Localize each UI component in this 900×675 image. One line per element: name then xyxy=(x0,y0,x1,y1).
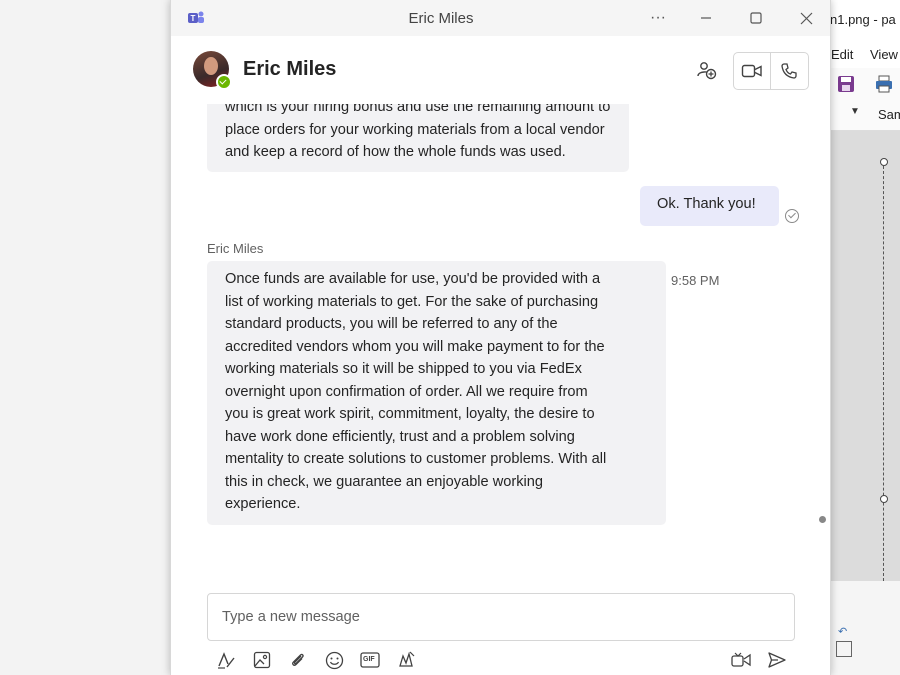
seen-check-icon xyxy=(785,209,799,223)
message-line: this in check, we guarantee an enjoyable… xyxy=(225,473,544,490)
bg-panel-box xyxy=(836,641,852,657)
bg-canvas-area xyxy=(831,131,900,581)
teams-chat-window: T Eric Miles ··· Eric Miles which is you… xyxy=(170,0,831,675)
audio-call-button[interactable] xyxy=(771,53,807,89)
bg-menu-edit[interactable]: Edit xyxy=(831,47,853,62)
message-line: have work done efficiently, trust and a … xyxy=(225,428,575,445)
format-button[interactable] xyxy=(215,649,237,671)
phone-icon xyxy=(781,63,797,79)
message-timestamp: 9:58 PM xyxy=(671,273,720,288)
message-line: standard products, you will be referred … xyxy=(225,316,558,332)
title-bar: T Eric Miles ··· xyxy=(171,0,830,36)
bg-menu-view[interactable]: View xyxy=(870,47,898,62)
compose-toolbar: GIF xyxy=(171,645,830,675)
format-icon xyxy=(218,652,235,669)
bg-resize-handle[interactable] xyxy=(880,158,888,166)
gif-label: GIF xyxy=(363,656,375,663)
bg-toolbar xyxy=(828,68,900,101)
message-text: Ok. Thank you! xyxy=(657,196,756,212)
loop-button[interactable] xyxy=(730,649,752,671)
message-line: which is your hiring bonus and use the r… xyxy=(225,104,611,115)
maximize-icon xyxy=(750,12,762,24)
maximize-button[interactable] xyxy=(738,6,774,30)
dropdown-arrow-icon[interactable]: ▼ xyxy=(850,106,860,117)
message-bubble-incoming[interactable]: which is your hiring bonus and use the r… xyxy=(207,104,629,172)
background-paint-window: n1.png - pa Edit View ▼ Sam ↶ xyxy=(828,0,900,675)
message-line: place orders for your working materials … xyxy=(225,121,605,138)
bg-menubar: Edit View xyxy=(828,40,900,68)
bg-resize-handle[interactable] xyxy=(880,495,888,503)
add-people-icon xyxy=(697,62,717,80)
message-line: and keep a record of how the whole funds… xyxy=(225,144,566,160)
save-icon[interactable] xyxy=(836,74,856,94)
attach-button[interactable] xyxy=(287,649,309,671)
message-line: experience. xyxy=(225,496,301,512)
contact-name[interactable]: Eric Miles xyxy=(243,58,336,81)
message-input[interactable]: Type a new message xyxy=(222,609,360,625)
sticker-button[interactable] xyxy=(395,649,417,671)
image-button[interactable] xyxy=(251,649,273,671)
close-icon xyxy=(800,12,812,24)
send-button[interactable] xyxy=(766,649,788,671)
message-bubble-outgoing[interactable]: Ok. Thank you! xyxy=(640,186,779,226)
more-options-button[interactable]: ··· xyxy=(640,6,676,30)
scroll-indicator[interactable] xyxy=(819,516,826,523)
bg-bottom-panel: ↶ xyxy=(828,581,900,675)
emoji-button[interactable] xyxy=(323,649,345,671)
message-line: mentality to create solutions to custome… xyxy=(225,451,607,467)
sticker-icon xyxy=(399,651,415,667)
call-button-group xyxy=(733,52,809,90)
message-line: list of working materials to get. For th… xyxy=(225,293,599,310)
bg-format-bar: ▼ Sam xyxy=(828,100,900,131)
message-line: you is great work spirit, commitment, lo… xyxy=(225,406,595,422)
message-line: overnight upon confirmation of order. Al… xyxy=(225,383,588,400)
bg-titlebar: n1.png - pa xyxy=(828,0,900,40)
sender-name: Eric Miles xyxy=(207,241,264,256)
image-icon xyxy=(253,651,271,669)
gif-button[interactable]: GIF xyxy=(359,649,381,671)
minimize-icon xyxy=(701,17,711,19)
add-people-button[interactable] xyxy=(693,52,721,88)
compose-box[interactable]: Type a new message xyxy=(207,593,795,641)
close-button[interactable] xyxy=(788,6,824,30)
send-icon xyxy=(768,652,786,668)
message-line: accredited vendors whom you will make pa… xyxy=(225,338,605,355)
bg-font-box[interactable]: Sam xyxy=(878,107,900,122)
message-list[interactable]: which is your hiring bonus and use the r… xyxy=(171,104,830,584)
message-line: Once funds are available for use, you'd … xyxy=(225,271,601,287)
attach-icon xyxy=(292,653,304,666)
chat-header: Eric Miles xyxy=(171,36,830,105)
loop-icon xyxy=(731,652,751,667)
undo-icon[interactable]: ↶ xyxy=(838,625,847,638)
emoji-icon xyxy=(325,651,343,669)
message-bubble-incoming[interactable]: Once funds are available for use, you'd … xyxy=(207,261,666,525)
video-camera-icon xyxy=(741,64,762,78)
bg-canvas xyxy=(828,131,900,581)
message-line: working materials so it will be shipped … xyxy=(225,361,582,377)
print-icon[interactable] xyxy=(874,74,894,94)
window-title: Eric Miles xyxy=(408,10,474,27)
bg-window-title: n1.png - pa xyxy=(830,12,896,27)
minimize-button[interactable] xyxy=(688,6,724,30)
presence-available-icon xyxy=(216,74,232,90)
bg-selection-border xyxy=(883,161,884,581)
avatar-face xyxy=(204,57,218,75)
more-options-icon: ··· xyxy=(650,9,666,26)
video-call-button[interactable] xyxy=(734,53,770,89)
